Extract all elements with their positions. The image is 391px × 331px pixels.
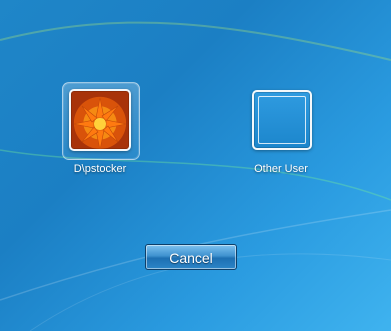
- user-name-other[interactable]: Other User: [221, 163, 341, 175]
- user-avatar-pstocker[interactable]: [69, 89, 131, 151]
- cancel-button[interactable]: Cancel: [145, 244, 237, 270]
- flower-icon: [73, 97, 127, 149]
- user-avatar-other[interactable]: [252, 90, 312, 150]
- user-name-pstocker[interactable]: D\pstocker: [40, 163, 160, 175]
